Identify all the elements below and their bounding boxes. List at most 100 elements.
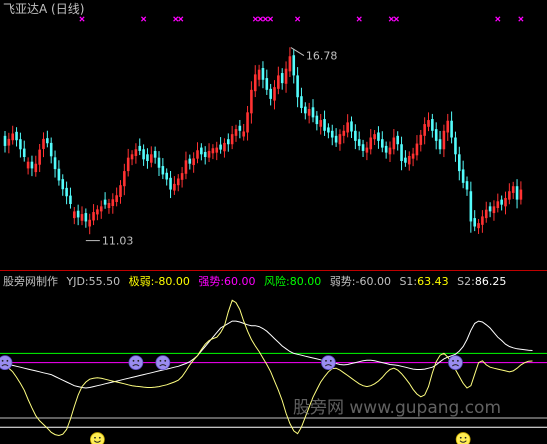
- candle-up: [253, 74, 257, 92]
- chart-title: 飞亚达A (日线): [3, 2, 84, 16]
- candle-down: [311, 107, 315, 118]
- candle-up: [111, 199, 115, 207]
- candle-down: [200, 147, 203, 155]
- candle-up: [26, 161, 30, 169]
- candle-up: [319, 120, 322, 127]
- candle-down: [350, 121, 353, 132]
- candle-down: [165, 172, 168, 180]
- candle-up: [207, 150, 211, 158]
- candle-up: [80, 214, 84, 221]
- candle-up: [492, 206, 496, 214]
- candle-up: [7, 138, 11, 146]
- candle-up: [508, 191, 511, 200]
- candle-down: [327, 127, 330, 133]
- candle-up: [250, 89, 253, 114]
- smiley-icon: [455, 432, 471, 444]
- candle-down: [315, 115, 319, 125]
- candle-down: [269, 88, 272, 99]
- candle-down: [15, 131, 18, 141]
- candle-up: [342, 130, 346, 136]
- candle-down: [450, 120, 453, 138]
- sad-face-icon: [0, 355, 13, 371]
- candle-up: [34, 163, 38, 173]
- candle-down: [500, 199, 503, 205]
- candle-up: [38, 149, 41, 165]
- candle-up: [134, 149, 138, 156]
- weak-label: 极弱:: [129, 274, 155, 288]
- candle-down: [69, 195, 72, 204]
- candle-down: [138, 145, 142, 151]
- s1-label: S1:: [399, 275, 417, 288]
- candle-down: [488, 206, 492, 212]
- s2-value: 86.25: [475, 275, 507, 288]
- candle-up: [477, 223, 480, 229]
- s1-value: 63.43: [417, 275, 449, 288]
- candle-down: [354, 130, 357, 141]
- candle-down: [330, 130, 334, 138]
- candle-down: [357, 139, 361, 146]
- candle-down: [465, 181, 469, 190]
- candle-up: [511, 186, 515, 193]
- candle-down: [76, 210, 80, 218]
- candle-up: [346, 122, 349, 133]
- candle-down: [57, 168, 61, 181]
- candle-up: [11, 133, 14, 141]
- candle-down: [261, 68, 265, 80]
- candle-up: [519, 189, 523, 200]
- candle-up: [388, 147, 392, 155]
- candle-up: [223, 142, 226, 152]
- candle-down: [400, 144, 403, 162]
- sad-face-icon: [128, 355, 144, 371]
- candle-up: [184, 160, 188, 174]
- candle-down: [161, 166, 165, 175]
- candle-up: [150, 154, 153, 163]
- candle-up: [273, 87, 276, 101]
- candle-down: [473, 218, 476, 227]
- candle-down: [157, 157, 161, 168]
- candle-up: [284, 68, 288, 84]
- weak-trend-value: -60.00: [355, 275, 390, 288]
- candle-up: [92, 212, 95, 221]
- candle-up: [180, 173, 184, 180]
- candle-down: [169, 177, 172, 190]
- watermark: 股旁网 www.gupang.com: [293, 398, 501, 418]
- candle-up: [442, 130, 446, 150]
- candle-up: [411, 153, 415, 159]
- candle-up: [288, 56, 292, 72]
- indicator-title: 股旁网制作: [3, 274, 58, 288]
- candle-up: [211, 148, 215, 154]
- candle-down: [323, 119, 326, 131]
- candle-down: [292, 55, 296, 76]
- candle-down: [146, 154, 149, 162]
- candle-down: [22, 148, 26, 157]
- candle-down: [404, 157, 407, 163]
- candle-down: [304, 106, 307, 114]
- candle-up: [107, 202, 111, 209]
- candle-up: [481, 216, 484, 225]
- candle-up: [242, 131, 245, 137]
- candle-down: [49, 142, 53, 157]
- yjd-value: 55.50: [89, 275, 121, 288]
- candle-up: [373, 134, 376, 140]
- candle-down: [280, 73, 284, 84]
- yjd-label: YJD:: [66, 275, 89, 288]
- candle-down: [296, 75, 299, 98]
- candle-up: [446, 120, 450, 133]
- weak-value: -80.00: [154, 275, 189, 288]
- candle-up: [173, 183, 176, 191]
- risk-value: 80.00: [290, 275, 322, 288]
- candle-down: [384, 145, 388, 153]
- candle-down: [19, 139, 22, 150]
- candle-down: [377, 132, 380, 141]
- candle-up: [130, 154, 134, 160]
- candle-up: [369, 137, 373, 150]
- candle-up: [484, 209, 488, 219]
- candle-down: [454, 137, 457, 155]
- candle-up: [427, 120, 430, 127]
- candle-down: [396, 135, 399, 145]
- indicator-legend: 股旁网制作 YJD:55.50 极弱:-80.00 强势:60.00 风险:80…: [3, 274, 506, 288]
- weak-trend-label: 弱势:: [330, 275, 356, 288]
- candle-down: [438, 139, 442, 150]
- candle-up: [73, 211, 76, 219]
- candle-down: [103, 199, 107, 205]
